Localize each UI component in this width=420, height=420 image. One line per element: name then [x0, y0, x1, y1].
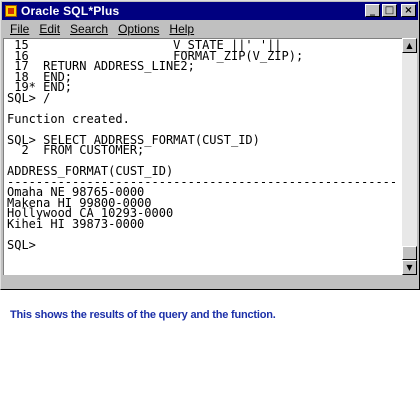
menu-options-label: Options — [118, 21, 160, 36]
console-line: SQL> / — [7, 90, 51, 105]
console-output[interactable]: 15 V_STATE ||' '|| 16 FORMAT_ZIP(V_ZIP);… — [4, 39, 403, 252]
close-button[interactable]: × — [401, 4, 416, 17]
window-controls: _ □ × — [365, 4, 416, 17]
caption-text: This shows the results of the query and … — [10, 309, 276, 321]
menu-file-label: File — [10, 21, 30, 36]
menu-help[interactable]: Help — [169, 22, 194, 36]
maximize-button[interactable]: □ — [382, 4, 397, 17]
sqlplus-window: Oracle SQL*Plus _ □ × File Edit Search O… — [0, 0, 420, 290]
menu-edit-label: Edit — [39, 21, 61, 36]
console-prompt: SQL> — [7, 237, 36, 252]
scroll-up-button[interactable]: ▲ — [402, 38, 417, 53]
minimize-button[interactable]: _ — [365, 4, 380, 17]
menu-edit[interactable]: Edit — [39, 22, 60, 36]
window-title: Oracle SQL*Plus — [21, 4, 120, 18]
menu-file[interactable]: File — [10, 22, 29, 36]
menu-search[interactable]: Search — [70, 22, 108, 36]
scroll-down-button[interactable]: ▼ — [402, 260, 417, 275]
menu-bar: File Edit Search Options Help — [2, 20, 418, 37]
console-line: 2 FROM CUSTOMER; — [7, 143, 145, 157]
menu-options[interactable]: Options — [118, 22, 159, 36]
vertical-scrollbar[interactable]: ▲ ▼ — [402, 38, 417, 275]
scroll-thumb[interactable] — [402, 246, 417, 260]
bottom-frame — [3, 275, 403, 289]
title-bar[interactable]: Oracle SQL*Plus _ □ × — [2, 2, 418, 20]
menu-help-label: Help — [169, 21, 195, 36]
menu-search-label: Search — [70, 21, 109, 36]
console-line: Function created. — [7, 111, 130, 126]
app-icon — [5, 5, 17, 17]
console-line: Kihei HI 39873-0000 — [7, 216, 145, 231]
console-area[interactable]: 15 V_STATE ||' '|| 16 FORMAT_ZIP(V_ZIP);… — [3, 38, 403, 275]
